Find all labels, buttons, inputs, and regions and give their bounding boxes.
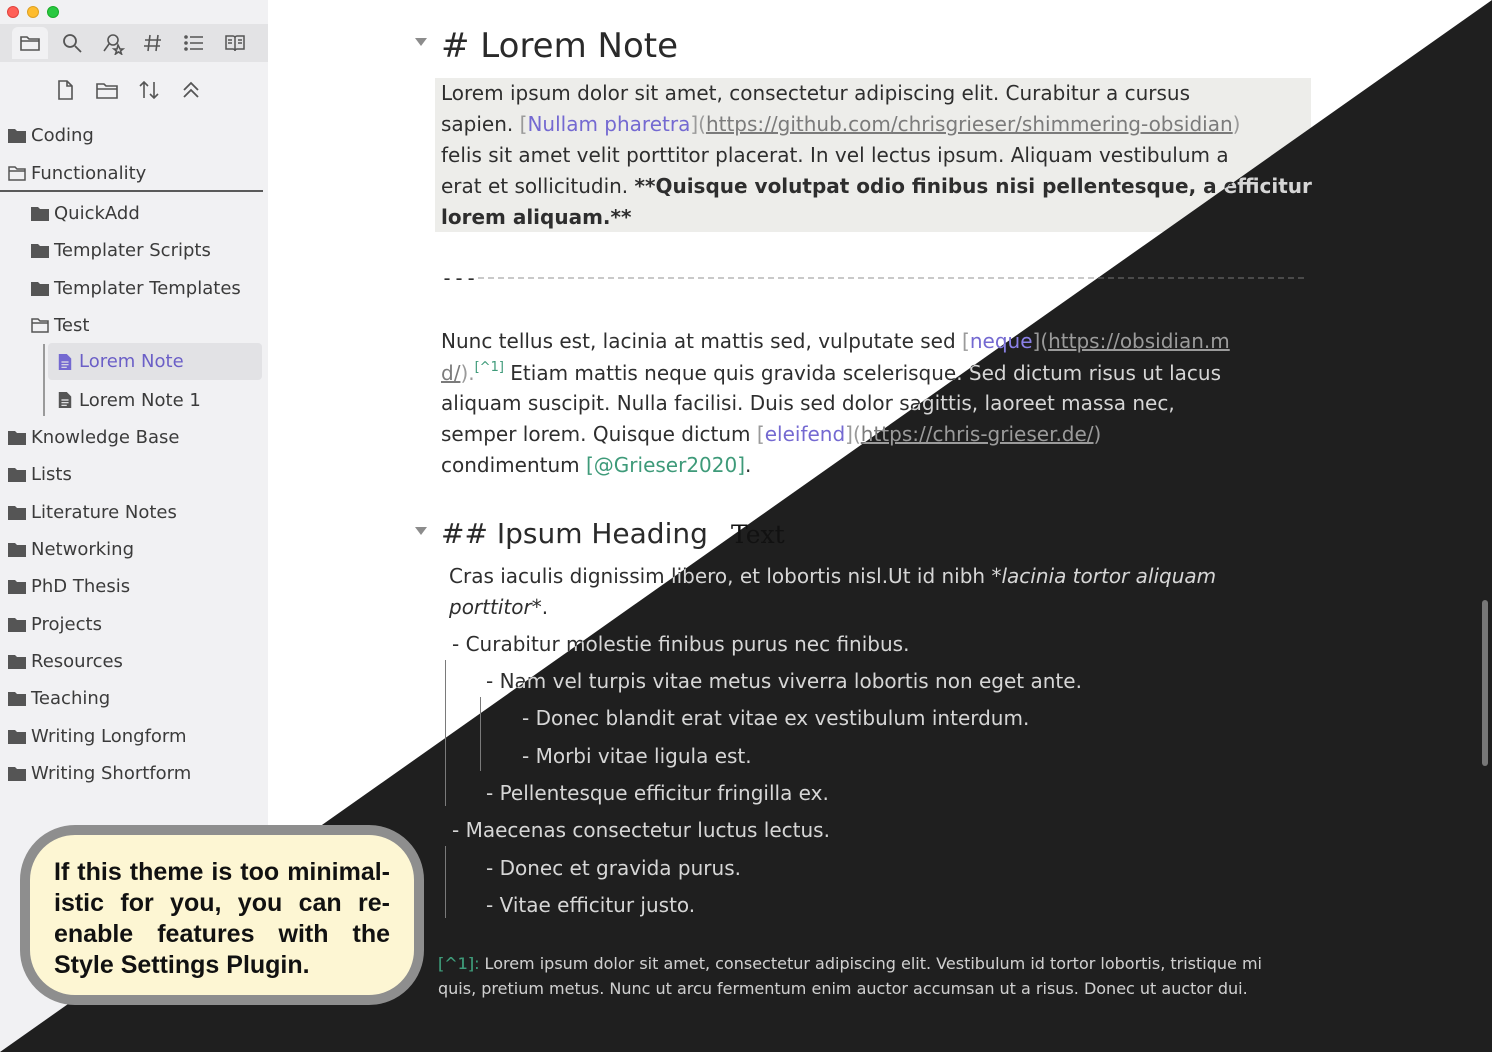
folder-label: Coding <box>31 124 94 146</box>
list-icon <box>184 35 203 51</box>
indent-guide <box>43 344 45 416</box>
starred-search-icon <box>103 34 125 55</box>
folder-label: Literature Notes <box>31 501 177 523</box>
file-explorer-actions <box>52 76 204 104</box>
file-lorem-note-1[interactable]: Lorem Note 1 <box>56 384 201 416</box>
collapse-all-icon <box>183 81 199 98</box>
folder-closed-icon <box>8 692 26 706</box>
promo-callout: If this theme is too minimal-istic for y… <box>20 825 424 1005</box>
folder-label: Templater Scripts <box>54 239 211 261</box>
minimize-window-button[interactable] <box>27 6 39 18</box>
folder-phd-thesis[interactable]: PhD Thesis <box>8 570 130 602</box>
folder-label: QuickAdd <box>54 202 140 224</box>
folder-label: Functionality <box>31 162 147 184</box>
folder-templater-templates[interactable]: Templater Templates <box>31 272 241 304</box>
folder-projects[interactable]: Projects <box>8 608 102 640</box>
close-window-button[interactable] <box>7 6 19 18</box>
new-note-button[interactable] <box>52 76 78 104</box>
folder-quickadd[interactable]: QuickAdd <box>31 197 140 229</box>
fold-heading-2-icon[interactable] <box>415 527 427 535</box>
folder-label: PhD Thesis <box>31 575 131 597</box>
folder-label: Projects <box>31 613 102 635</box>
folder-writing-shortform[interactable]: Writing Shortform <box>8 757 191 789</box>
document-icon <box>58 353 72 370</box>
folder-label: Writing Shortform <box>31 762 192 784</box>
file-lorem-note[interactable]: Lorem Note <box>48 343 262 380</box>
folder-networking[interactable]: Networking <box>8 533 134 565</box>
folder-label: Knowledge Base <box>31 426 180 448</box>
folder-closed-icon <box>31 207 49 221</box>
folder-open-icon <box>31 318 49 333</box>
zoom-window-button[interactable] <box>47 6 59 18</box>
folder-label: Teaching <box>31 687 111 709</box>
tab-files[interactable] <box>12 27 48 59</box>
folder-label: Resources <box>31 650 123 672</box>
window-controls <box>7 6 59 18</box>
folder-closed-icon <box>8 543 26 557</box>
file-label: Lorem Note <box>79 351 184 372</box>
folder-closed-icon <box>31 244 49 258</box>
heading-overlay-text: Text <box>731 520 785 549</box>
folder-icon <box>20 36 40 51</box>
new-note-icon <box>58 80 73 100</box>
folder-closed-icon <box>8 618 26 632</box>
file-label: Lorem Note 1 <box>79 389 201 411</box>
folder-label: Lists <box>31 463 72 485</box>
tab-reading[interactable] <box>217 27 253 59</box>
new-folder-button[interactable] <box>94 76 120 104</box>
folder-closed-icon <box>8 655 26 669</box>
heading-2: ## Ipsum Heading <box>441 517 708 550</box>
tab-search-favorites[interactable] <box>95 27 131 59</box>
document-icon <box>58 392 72 408</box>
folder-test[interactable]: Test <box>31 309 89 341</box>
folder-label: Networking <box>31 538 134 560</box>
folder-closed-icon <box>8 767 26 781</box>
collapse-all-button[interactable] <box>178 76 204 104</box>
folder-closed-icon <box>8 468 26 482</box>
book-icon <box>225 35 245 52</box>
folder-lists[interactable]: Lists <box>8 458 72 490</box>
new-folder-icon <box>96 83 118 99</box>
sidebar-tab-bar <box>0 24 268 62</box>
folder-label: Test <box>54 314 90 336</box>
folder-closed-icon <box>8 129 26 143</box>
folder-label: Writing Longform <box>31 725 187 747</box>
callout-text: If this theme is too minimal-istic for y… <box>54 858 390 979</box>
folder-closed-icon <box>8 506 26 520</box>
folder-label: Templater Templates <box>54 277 241 299</box>
folder-writing-longform[interactable]: Writing Longform <box>8 720 187 752</box>
sort-button[interactable] <box>136 76 162 104</box>
folder-open-icon <box>8 166 26 181</box>
folder-closed-icon <box>8 580 26 594</box>
folder-closed-icon <box>31 282 49 296</box>
tab-outline[interactable] <box>176 27 212 59</box>
folder-closed-icon <box>8 730 26 744</box>
tab-tags[interactable] <box>135 27 171 59</box>
editor-lower-section: ## Ipsum Heading <box>268 0 1492 1052</box>
hashtag-icon <box>144 34 161 52</box>
folder-coding[interactable]: Coding <box>8 119 94 151</box>
folder-teaching[interactable]: Teaching <box>8 682 110 714</box>
folder-closed-icon <box>8 431 26 445</box>
search-icon <box>63 34 82 53</box>
folder-templater-scripts[interactable]: Templater Scripts <box>31 234 211 266</box>
section-divider <box>0 190 263 192</box>
tab-search[interactable] <box>54 27 90 59</box>
sort-icon <box>139 80 159 100</box>
folder-functionality[interactable]: Functionality <box>8 157 146 189</box>
folder-resources[interactable]: Resources <box>8 645 123 677</box>
folder-knowledge-base[interactable]: Knowledge Base <box>8 421 180 453</box>
folder-literature-notes[interactable]: Literature Notes <box>8 496 177 528</box>
